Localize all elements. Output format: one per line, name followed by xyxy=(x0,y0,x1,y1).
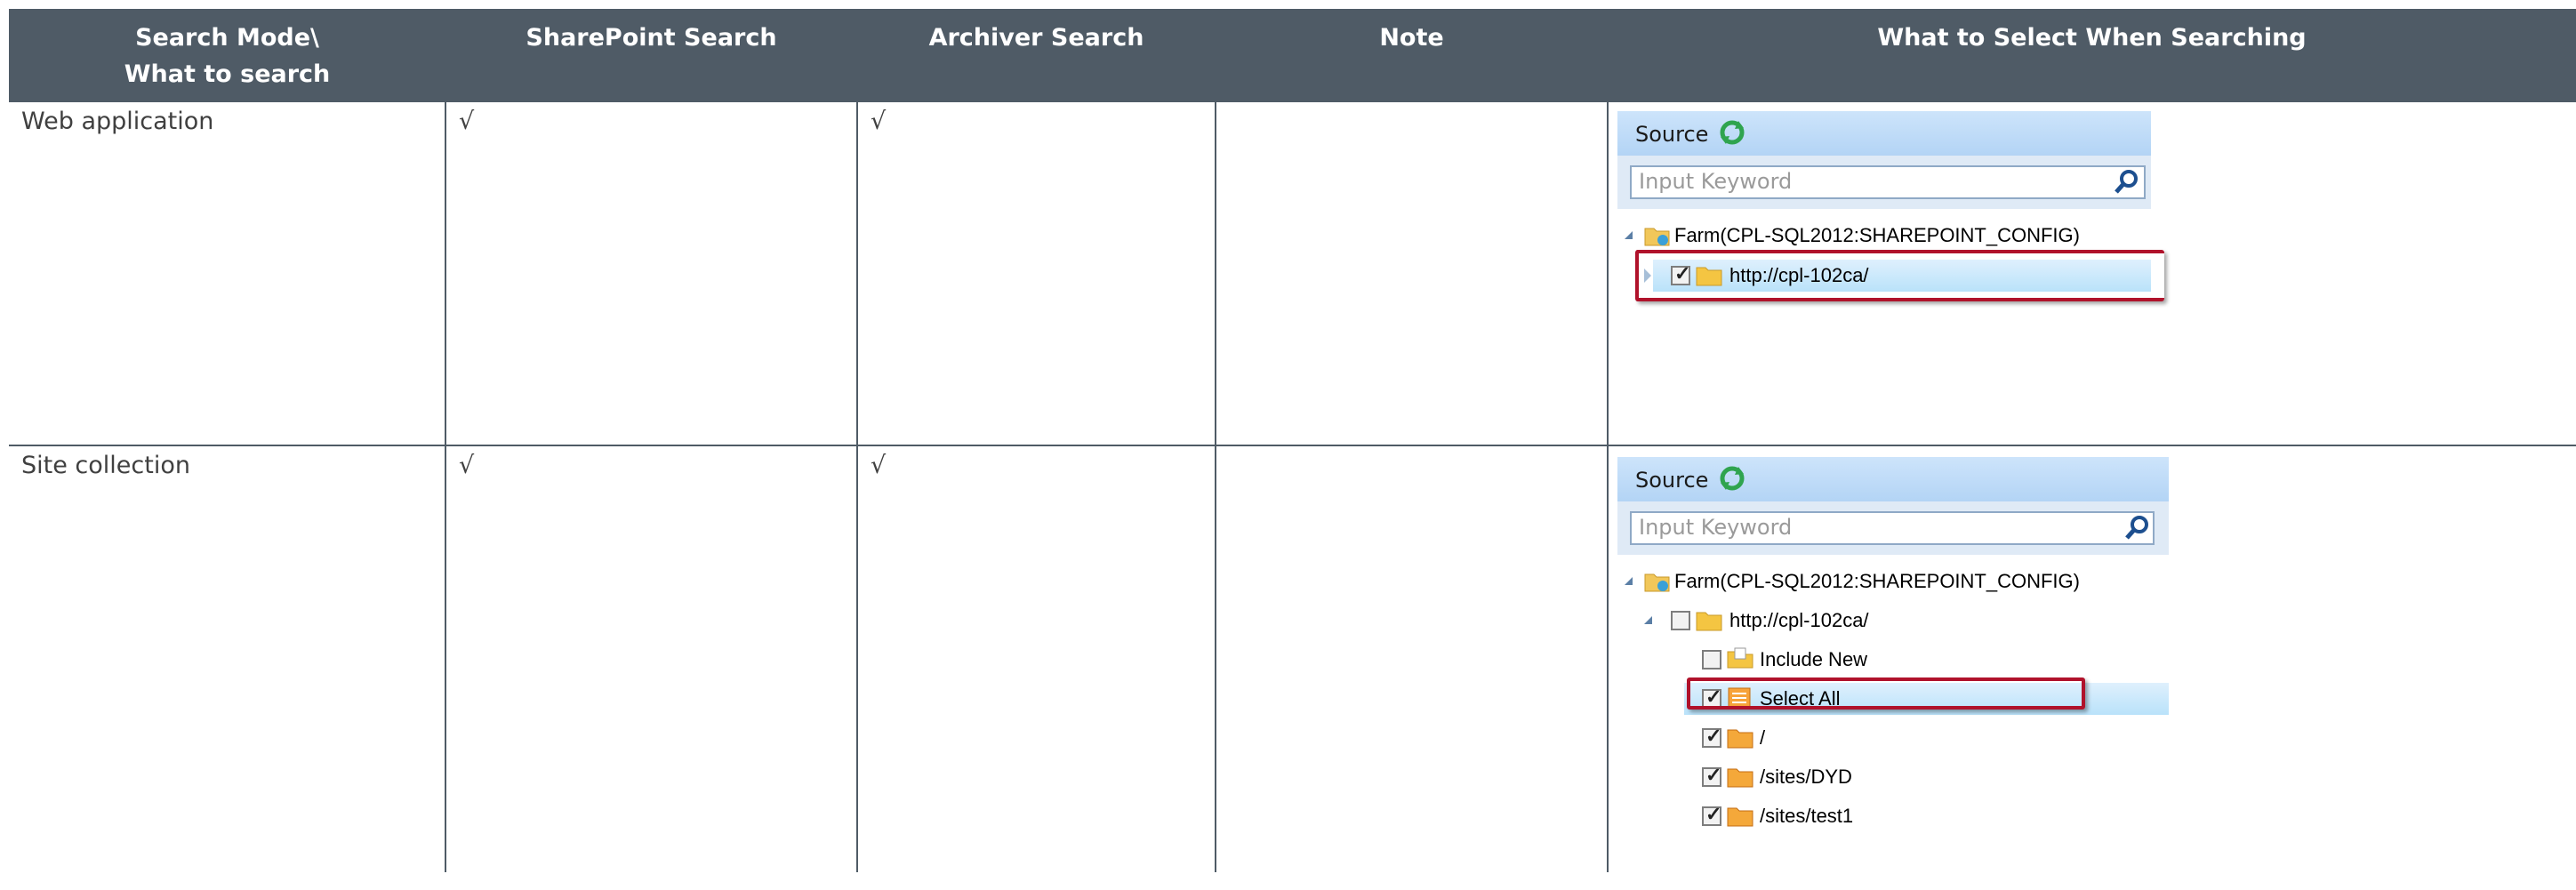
cell-note xyxy=(1215,445,1609,872)
header-search-mode-line1: Search Mode\ xyxy=(135,24,319,52)
keyword-input[interactable]: Input Keyword xyxy=(1630,511,2155,545)
farm-icon xyxy=(1644,228,1670,246)
selection-highlight-box xyxy=(1635,250,2164,301)
cell-sharepoint: √ xyxy=(445,445,858,872)
header-archiver-search: Archiver Search xyxy=(857,9,1216,101)
refresh-icon xyxy=(1720,466,1745,491)
cell-mode: Web application xyxy=(9,100,446,446)
farm-icon xyxy=(1644,573,1670,592)
site-label: /sites/test1 xyxy=(1760,805,1854,827)
search-icon[interactable] xyxy=(2114,168,2140,195)
selection-highlight-box xyxy=(1687,678,2085,710)
site-collection-screenshot: Source Input Keyword Farm(CPL-SQL2012:SH… xyxy=(1617,457,2169,866)
expanded-arrow-icon[interactable] xyxy=(1625,577,1633,585)
source-label: Source xyxy=(1635,122,1709,147)
farm-label: Farm(CPL-SQL2012:SHAREPOINT_CONFIG) xyxy=(1674,224,2080,246)
cell-mode: Site collection xyxy=(9,445,446,872)
cell-what-to-select: Source Input Keyword Farm(CPL-SQL2012:SH… xyxy=(1607,100,2576,446)
include-new-checkbox[interactable] xyxy=(1702,650,1721,670)
webapp-label: http://cpl-102ca/ xyxy=(1729,609,1869,631)
keyword-area: Input Keyword xyxy=(1617,501,2169,555)
header-what-to-select: What to Select When Searching xyxy=(1608,9,2576,101)
folder-icon xyxy=(1696,612,1722,631)
header-sharepoint-search: SharePoint Search xyxy=(445,9,857,101)
site-folder-icon xyxy=(1727,768,1753,788)
farm-label: Farm(CPL-SQL2012:SHAREPOINT_CONFIG) xyxy=(1674,570,2080,592)
cell-what-to-select: Source Input Keyword Farm(CPL-SQL2012:SH… xyxy=(1607,445,2576,872)
refresh-icon xyxy=(1720,120,1745,145)
header-row: Search Mode\ What to search SharePoint S… xyxy=(9,9,2576,101)
keyword-input[interactable]: Input Keyword xyxy=(1630,165,2146,199)
cell-archiver: √ xyxy=(856,100,1216,446)
new-item-icon xyxy=(1727,647,1753,669)
site-checkbox[interactable]: ✓ xyxy=(1702,725,1721,748)
source-label: Source xyxy=(1635,468,1709,493)
search-icon[interactable] xyxy=(2124,514,2151,541)
web-application-screenshot: Source Input Keyword Farm(CPL-SQL2012:SH… xyxy=(1617,111,2164,325)
header-note: Note xyxy=(1216,9,1608,101)
include-new-label: Include New xyxy=(1760,648,1868,670)
webapp-checkbox[interactable] xyxy=(1671,611,1690,630)
site-checkbox[interactable]: ✓ xyxy=(1702,764,1721,787)
expanded-arrow-icon[interactable] xyxy=(1625,231,1633,239)
site-label: / xyxy=(1760,726,1766,749)
site-folder-icon xyxy=(1727,729,1753,749)
site-checkbox[interactable]: ✓ xyxy=(1702,803,1721,826)
site-label: /sites/DYD xyxy=(1760,766,1852,788)
header-search-mode: Search Mode\ What to search xyxy=(9,9,445,101)
header-search-mode-line2: What to search xyxy=(124,60,331,88)
table-row: Site collection √ √ Source Input Keyword xyxy=(9,445,2576,872)
site-folder-icon xyxy=(1727,807,1753,827)
expanded-arrow-icon[interactable] xyxy=(1644,616,1652,624)
cell-archiver: √ xyxy=(856,445,1216,872)
cell-note xyxy=(1215,100,1609,446)
keyword-area: Input Keyword xyxy=(1617,156,2151,209)
search-mode-table: Search Mode\ What to search SharePoint S… xyxy=(9,9,2576,872)
cell-sharepoint: √ xyxy=(445,100,858,446)
table-row: Web application √ √ Source Input Keyword xyxy=(9,100,2576,446)
